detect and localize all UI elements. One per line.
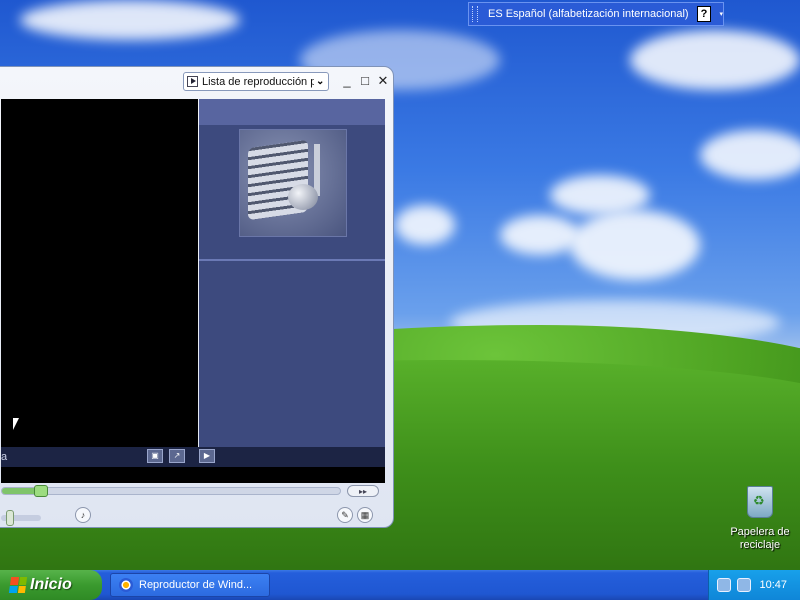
recycle-bin-icon[interactable] [747, 486, 773, 518]
status-bar: a ▣ ↗ ▶ [1, 447, 385, 467]
volume-slider[interactable] [1, 510, 41, 526]
status-text: a [1, 451, 8, 463]
mute-button[interactable]: ♪ [75, 507, 91, 523]
chevron-down-icon: ⌄ [316, 76, 325, 87]
seek-thumb[interactable] [34, 485, 48, 497]
view-mode-icon[interactable]: ▣ [147, 449, 163, 463]
language-options-icon[interactable]: ▾ [719, 11, 723, 18]
system-tray: 10:47 [708, 570, 800, 600]
compact-mode-button[interactable]: ▦ [357, 507, 373, 523]
playlist-dropdown-label: Lista de reproducción p [202, 75, 314, 88]
language-indicator[interactable]: ES Español (alfabetización internacional… [488, 8, 689, 20]
minimize-button[interactable]: _ [341, 74, 353, 87]
taskbar-item-media-player[interactable]: Reproductor de Wind... [110, 573, 270, 597]
album-art-media-icon [239, 129, 347, 237]
network-icon[interactable] [717, 578, 731, 592]
volume-thumb[interactable] [6, 510, 14, 526]
playlist-pane[interactable] [199, 99, 385, 447]
music-note-icon [288, 184, 318, 210]
media-player-window[interactable]: Lista de reproducción p ⌄ _ □ ✕ a ▣ ↗ ▶ … [0, 66, 394, 528]
close-button[interactable]: ✕ [377, 74, 389, 87]
playlist-divider [199, 259, 385, 261]
playlist-toggle-icon[interactable]: ▶ [199, 449, 215, 463]
seek-bar[interactable] [1, 485, 341, 497]
fast-forward-button[interactable]: ▸▸ [347, 485, 379, 497]
full-mode-icon[interactable]: ↗ [169, 449, 185, 463]
options-chevron-icon: ▾ [719, 10, 723, 18]
media-player-title-bar[interactable]: Lista de reproducción p ⌄ _ □ ✕ [0, 67, 393, 97]
start-button[interactable]: Inicio [0, 570, 102, 600]
language-bar[interactable]: ES Español (alfabetización internacional… [468, 2, 724, 26]
windows-logo-icon [8, 577, 28, 593]
volume-icon[interactable] [737, 578, 751, 592]
maximize-button[interactable]: □ [359, 74, 371, 87]
taskbar: Inicio Reproductor de Wind... 10:47 [0, 570, 800, 600]
info-strip [1, 467, 385, 483]
video-area[interactable] [1, 99, 198, 447]
help-icon[interactable]: ? [696, 6, 712, 22]
recycle-bin[interactable]: Papelera de reciclaje [726, 486, 794, 552]
playlist-header [199, 99, 385, 125]
playlist-play-icon [187, 76, 198, 87]
start-button-label: Inicio [30, 576, 72, 593]
recycle-bin-label[interactable]: Papelera de reciclaje [726, 526, 794, 552]
media-player-icon [119, 578, 133, 592]
language-bar-grip-icon[interactable] [472, 6, 478, 22]
clock[interactable]: 10:47 [759, 579, 787, 591]
playlist-dropdown[interactable]: Lista de reproducción p ⌄ [183, 72, 329, 91]
taskbar-item-label: Reproductor de Wind... [139, 579, 253, 591]
mouse-cursor-icon [13, 418, 19, 430]
skin-mode-button[interactable]: ✎ [337, 507, 353, 523]
